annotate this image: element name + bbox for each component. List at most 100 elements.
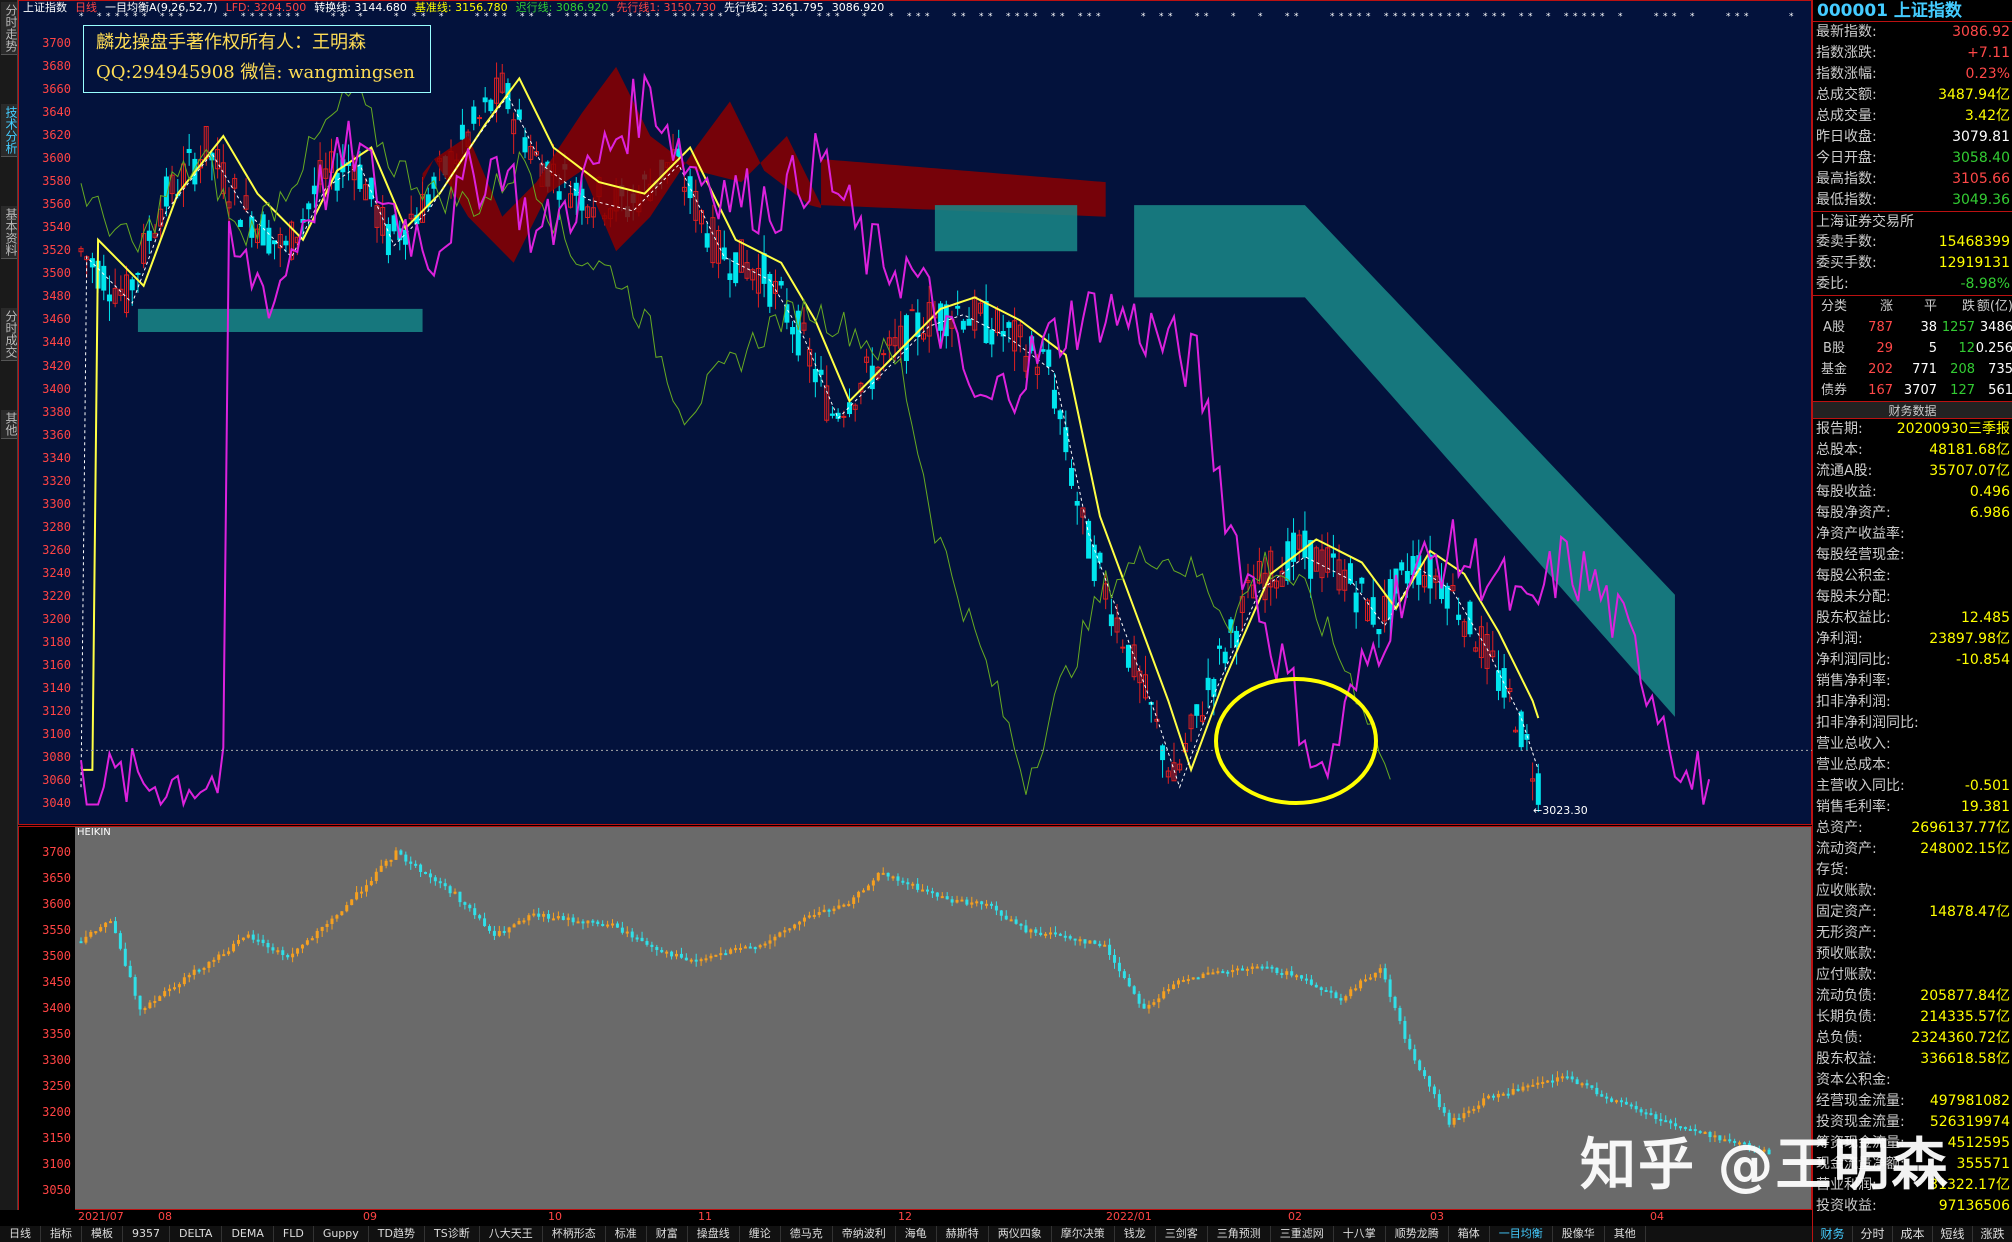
panel-tab[interactable]: 涨跌 — [1973, 1226, 2012, 1242]
indicator-tab[interactable]: 八大天王 — [480, 1226, 543, 1242]
ha-candle — [635, 934, 639, 943]
indicator-tabs[interactable]: 日线 指标 模板 9357 DELTA DEMA FLD Guppy TD趋势 TS诊断 八大天王杯… — [0, 1226, 1812, 1242]
ha-candle — [291, 947, 295, 963]
candle — [1120, 639, 1126, 653]
indicator-tab[interactable]: 模板 — [82, 1226, 123, 1242]
ha-candle — [256, 933, 260, 946]
indicator-tab[interactable]: 标准 — [606, 1226, 647, 1242]
ha-candle — [1024, 919, 1028, 934]
candle — [727, 258, 733, 298]
panel-tab[interactable]: 分时 — [1853, 1226, 1893, 1242]
panel-tab[interactable]: 成本 — [1893, 1226, 1933, 1242]
indicator-tab[interactable]: 三角预测 — [1208, 1226, 1271, 1242]
indicator-tab[interactable]: 箱体 — [1449, 1226, 1490, 1242]
main-chart-panel[interactable]: * * * * * * * * * * * * * * * * * * * * * * * * * * * * * * * * * * * * * * * *… — [18, 0, 1813, 826]
ha-candle — [640, 931, 644, 942]
indicator-tab[interactable]: 操盘线 — [688, 1226, 740, 1242]
candle — [1325, 532, 1331, 578]
left-tab-1[interactable]: 技术分析 — [1, 104, 18, 157]
ha-candle — [168, 984, 172, 997]
security-title[interactable]: 000001 上证指数 — [1813, 0, 2012, 22]
ha-candle — [1073, 938, 1077, 946]
ha-candle — [173, 982, 177, 991]
indicator-tab[interactable]: 三剑客 — [1156, 1226, 1208, 1242]
panel-tab[interactable]: 短线 — [1933, 1226, 1973, 1242]
row-key: 总资产: — [1816, 820, 1863, 836]
candle — [1177, 758, 1183, 773]
indicator-tab[interactable]: 海龟 — [896, 1226, 937, 1242]
indicator-tab[interactable]: 摩尔决策 — [1052, 1226, 1115, 1242]
candle — [585, 204, 591, 225]
indicator-tab[interactable]: 顺势龙腾 — [1386, 1226, 1449, 1242]
panel-tab[interactable]: 财务 — [1813, 1226, 1853, 1242]
indicator-tab[interactable]: 缠论 — [740, 1226, 781, 1242]
indicator-tab[interactable]: 杯柄形态 — [543, 1226, 606, 1242]
ha-candle — [104, 921, 108, 933]
ha-candle — [118, 930, 122, 951]
indicator-tab[interactable]: 钱龙 — [1115, 1226, 1156, 1242]
ha-candle — [532, 909, 536, 918]
ha-candle — [310, 935, 314, 941]
indicator-tab[interactable]: 日线 — [0, 1226, 41, 1242]
row-value: 3487.94亿 — [1938, 87, 2010, 103]
indicator-tab[interactable]: Guppy — [314, 1226, 369, 1242]
candle — [852, 403, 858, 422]
sub-y-axis: 3700 3650 3600 3550 3500 3450 3400 3350 3300 3250… — [19, 827, 75, 1211]
ha-candle — [1378, 964, 1382, 979]
financial-data-header[interactable]: 财务数据 — [1813, 401, 2012, 419]
indicator-tab[interactable]: 德马克 — [781, 1226, 833, 1242]
indicator-tab[interactable]: FLD — [274, 1226, 314, 1242]
indicator-tab[interactable]: TD趋势 — [369, 1226, 425, 1242]
indicator-tab[interactable]: 三重滤网 — [1271, 1226, 1334, 1242]
ha-candle — [1058, 932, 1062, 937]
candle — [272, 240, 278, 260]
heikin-ashi-panel[interactable]: 3700 3650 3600 3550 3500 3450 3400 3350 3300 3250… — [18, 826, 1813, 1211]
ha-candle — [473, 903, 477, 919]
left-tab-2[interactable]: 基本资料 — [1, 206, 18, 259]
ha-candle — [763, 941, 767, 949]
left-tab-3[interactable]: 分时成交 — [1, 308, 18, 361]
candle — [1171, 742, 1177, 782]
indicator-tab[interactable]: 其他 — [1605, 1226, 1646, 1242]
row-key: 存货: — [1816, 862, 1849, 878]
candle — [693, 179, 699, 233]
header-item: 日线 — [75, 1, 97, 14]
ha-candle — [989, 901, 993, 909]
x-tick-label: 2022/01 — [1106, 1210, 1152, 1223]
indicator-tab[interactable]: DEMA — [222, 1226, 274, 1242]
candle — [795, 304, 801, 362]
heikin-ashi-chart[interactable] — [19, 827, 1813, 1211]
market-cell: 771 — [1912, 362, 1937, 377]
indicator-tab[interactable]: 股像华 — [1553, 1226, 1605, 1242]
ha-candle — [950, 896, 954, 907]
ha-candle — [1605, 1092, 1609, 1104]
ha-candle — [591, 919, 595, 927]
indicator-tab[interactable]: 帝纳波利 — [833, 1226, 896, 1242]
ha-candle — [468, 903, 472, 912]
indicator-tab[interactable]: DELTA — [170, 1226, 223, 1242]
ha-candle — [1186, 974, 1190, 985]
left-tab-0[interactable]: 分时走势 — [1, 2, 18, 55]
row-key: 净利润同比: — [1816, 652, 1891, 668]
panel-row: 委买手数: 12919131 — [1813, 253, 2012, 274]
candle — [1245, 563, 1251, 599]
candle — [1456, 597, 1462, 626]
indicator-tab[interactable]: 财富 — [647, 1226, 688, 1242]
indicator-tab[interactable]: 9357 — [123, 1226, 170, 1242]
ichimoku-chart[interactable]: * * * * * * * * * * * * * * * * * * * * * * * * * * * * * * * * * * * * * * * *… — [19, 1, 1813, 826]
left-tab-4[interactable]: 其他 — [1, 410, 18, 439]
indicator-tab[interactable]: 赫斯特 — [937, 1226, 989, 1242]
indicator-tab[interactable]: 一目均衡 — [1490, 1226, 1553, 1242]
y-tick-label: 3480 — [42, 289, 71, 304]
indicator-tab[interactable]: 指标 — [41, 1226, 82, 1242]
indicator-tab[interactable]: 两仪四象 — [989, 1226, 1052, 1242]
panel-tabs[interactable]: 财务 分时 成本 短线 涨跌 — [1813, 1226, 2012, 1242]
y-tick-label: 3240 — [42, 565, 71, 580]
indicator-tab[interactable]: TS诊断 — [425, 1226, 480, 1242]
ha-candle — [940, 892, 944, 899]
indicator-tab[interactable]: 十八掌 — [1334, 1226, 1386, 1242]
ha-candle — [394, 847, 398, 860]
row-key: 流动负债: — [1816, 988, 1877, 1004]
ha-candle — [827, 908, 831, 917]
ha-candle — [138, 995, 142, 1016]
